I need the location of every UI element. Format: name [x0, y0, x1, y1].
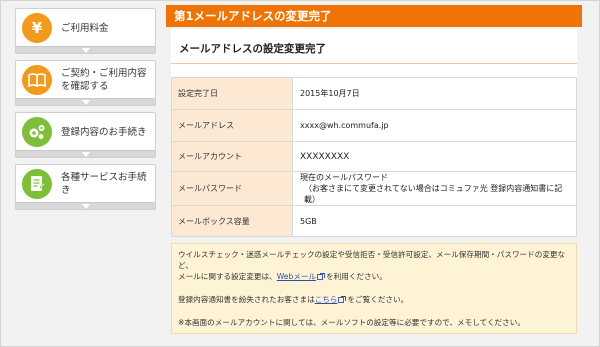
sidebar-item-services[interactable]: 各種サービスお手続き [15, 164, 156, 210]
sidebar-item-label: ご契約・ご利用内容を確認する [61, 68, 147, 92]
sidebar-item-contract[interactable]: ご契約・ご利用内容を確認する [15, 60, 156, 106]
chevron-down-icon [16, 150, 155, 157]
notice-box: ウイルスチェック・迷惑メールチェックの設定や受信拒否・受信許可設定、メール保存期… [171, 243, 577, 334]
table-row: メールボックス容量 5GB [171, 205, 577, 237]
password-note: 現在のメールパスワード [300, 173, 388, 182]
row-label: メールパスワード [171, 171, 293, 206]
table-row: メールパスワード 現在のメールパスワード （お客さまにて変更されてない場合はコミ… [171, 171, 577, 206]
result-panel: メールアドレスの設定変更完了 設定完了日 2015年10月7日 メールアドレス … [171, 29, 577, 237]
row-value: xxxx@wh.commufa.jp [292, 109, 577, 142]
table-row: メールアドレス xxxx@wh.commufa.jp [171, 109, 577, 142]
svg-text:¥: ¥ [32, 19, 43, 37]
table-row: 設定完了日 2015年10月7日 [171, 77, 577, 110]
external-link-icon [317, 272, 326, 283]
row-label: メールアドレス [171, 109, 293, 142]
gears-icon [22, 117, 52, 147]
main-content: 第1メールアドレスの変更完了 メールアドレスの設定変更完了 設定完了日 2015… [166, 5, 582, 237]
sidebar-item-label: 登録内容のお手続き [61, 126, 147, 138]
sidebar-item-label: ご利用料金 [61, 22, 109, 34]
row-label: メールボックス容量 [171, 205, 293, 237]
settings-table: 設定完了日 2015年10月7日 メールアドレス xxxx@wh.commufa… [171, 77, 577, 237]
external-link-icon [338, 295, 347, 306]
lost-notice-link[interactable]: こちら [315, 295, 338, 304]
notice-line-2: メールに関する設定変更は、Webメール を利用ください。 [178, 272, 387, 283]
sidebar-item-label: 各種サービスお手続き [61, 172, 147, 196]
row-label: 設定完了日 [171, 77, 293, 110]
chevron-down-icon [16, 202, 155, 209]
sidebar-item-billing[interactable]: ¥ ご利用料金 [15, 8, 156, 54]
password-note-detail: （お客さまにて変更されてない場合はコミュファ光 登録内容通知書に記載） [304, 184, 563, 204]
webmail-link[interactable]: Webメール [277, 272, 316, 281]
book-icon [22, 65, 52, 95]
sidebar: ¥ ご利用料金 ご契約・ご利用内容を確認する 登録内容のお手続き 各種サービスお… [15, 8, 157, 216]
notice-line-4: ※本画面のメールアカウントに関しては、メールソフトの設定等に必要ですので、メモし… [178, 318, 525, 327]
chevron-down-icon [16, 98, 155, 105]
document-icon [22, 169, 52, 199]
sidebar-item-registration[interactable]: 登録内容のお手続き [15, 112, 156, 158]
row-label: メールアカウント [171, 141, 293, 172]
section-title: メールアドレスの設定変更完了 [171, 41, 577, 64]
notice-line-3: 登録内容通知書を紛失されたお客さまはこちら をご覧ください。 [178, 295, 409, 306]
notice-line-1: ウイルスチェック・迷惑メールチェックの設定や受信拒否・受信許可設定、メール保存期… [178, 250, 566, 270]
page-title: 第1メールアドレスの変更完了 [166, 5, 582, 27]
row-value: 5GB [292, 205, 577, 237]
row-value: 2015年10月7日 [292, 77, 577, 110]
table-row: メールアカウント XXXXXXXX [171, 141, 577, 172]
yen-icon: ¥ [22, 13, 52, 43]
row-value: XXXXXXXX [292, 141, 577, 172]
chevron-down-icon [16, 46, 155, 53]
row-value: 現在のメールパスワード （お客さまにて変更されてない場合はコミュファ光 登録内容… [292, 171, 577, 206]
